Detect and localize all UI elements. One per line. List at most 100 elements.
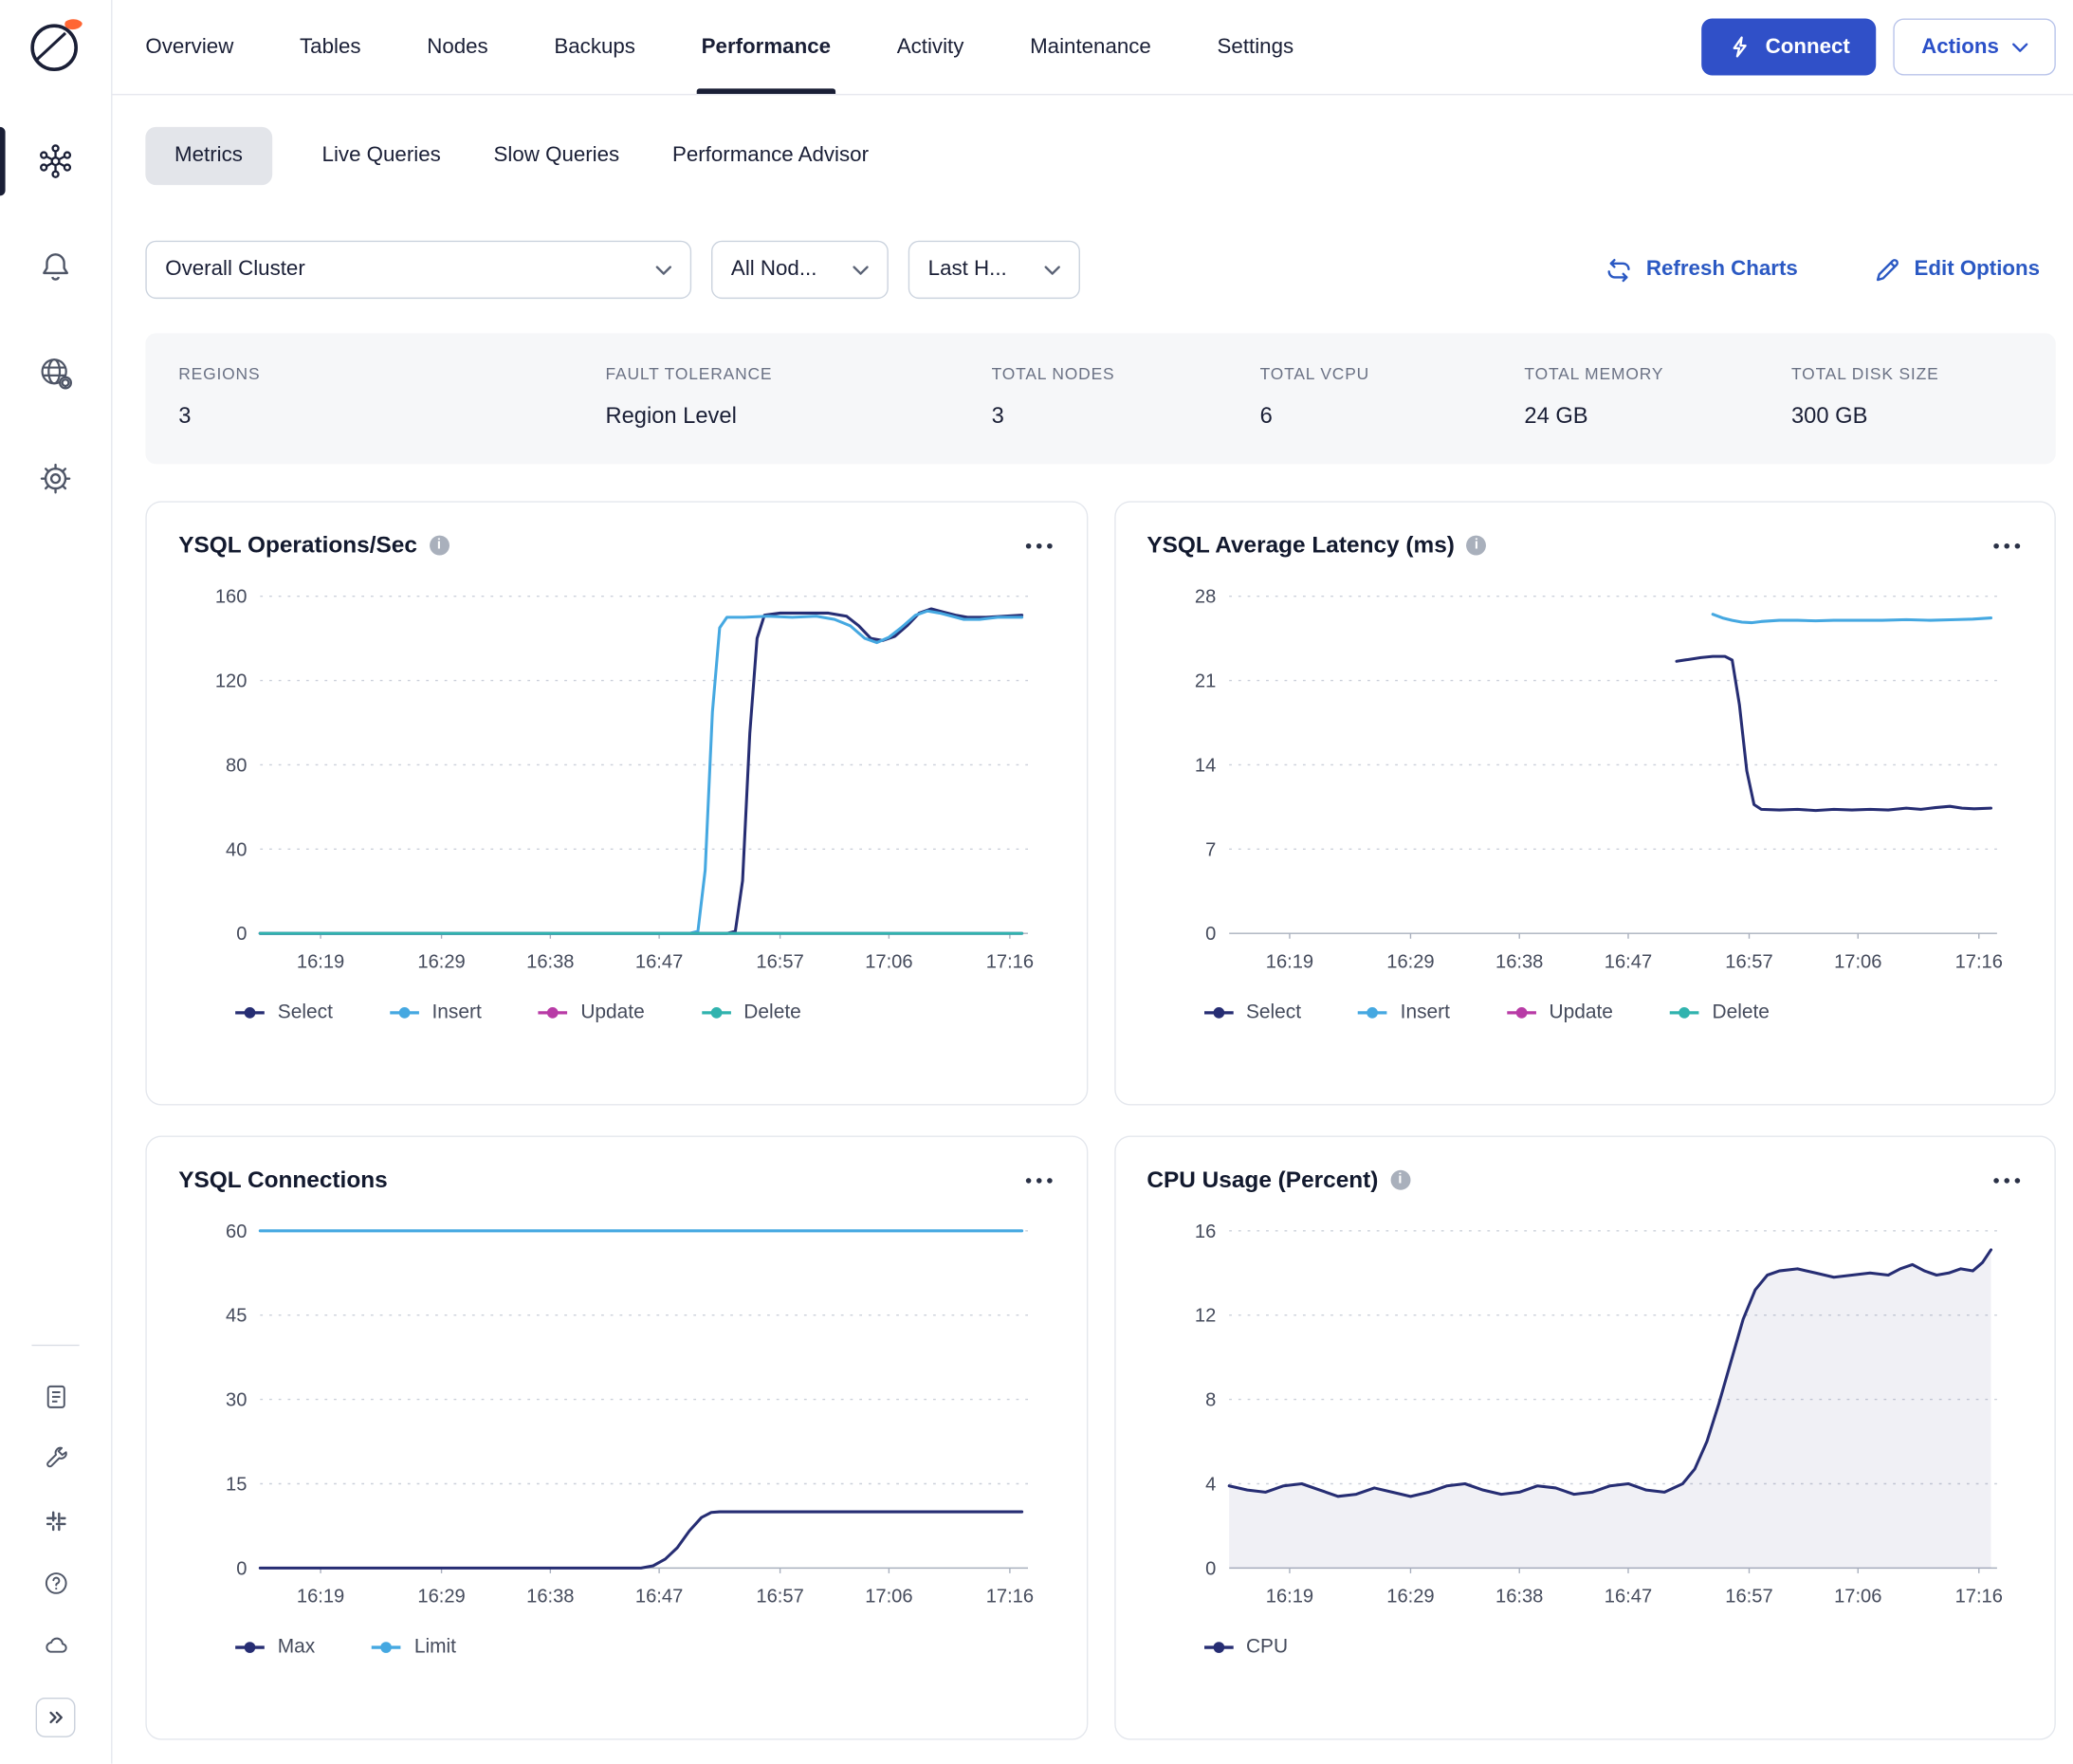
tab-tables[interactable]: Tables (300, 0, 360, 94)
slack-icon[interactable] (41, 1506, 70, 1535)
legend-item-select[interactable]: Select (1202, 1001, 1301, 1023)
legend-item-update[interactable]: Update (1505, 1001, 1612, 1023)
chevron-down-icon (655, 266, 671, 275)
cluster-tab-bar: Overview Tables Nodes Backups Performanc… (112, 0, 2072, 95)
info-icon[interactable]: i (1390, 1170, 1410, 1190)
svg-text:80: 80 (226, 755, 247, 776)
nodes-select[interactable]: All Nod... (711, 241, 889, 299)
tab-nodes[interactable]: Nodes (427, 0, 487, 94)
sidebar-collapse-button[interactable] (36, 1698, 76, 1737)
svg-text:21: 21 (1194, 671, 1215, 691)
cpu-usage-chart: 048121616:1916:2916:3816:4716:5717:0617:… (1147, 1212, 2023, 1622)
connect-label: Connect (1766, 35, 1850, 59)
svg-text:16:19: 16:19 (1265, 951, 1312, 972)
tab-backups[interactable]: Backups (554, 0, 635, 94)
legend-label: Update (1549, 1001, 1612, 1023)
tools-wrench-icon[interactable] (41, 1443, 70, 1473)
legend-label: Delete (743, 1001, 800, 1023)
legend-item-insert[interactable]: Insert (1357, 1001, 1450, 1023)
legend-item-delete[interactable]: Delete (700, 1001, 800, 1023)
top-tabs: Overview Tables Nodes Backups Performanc… (145, 0, 1293, 94)
svg-text:0: 0 (236, 1558, 247, 1579)
svg-text:15: 15 (226, 1474, 247, 1495)
cluster-select[interactable]: Overall Cluster (145, 241, 691, 299)
yugabyte-logo[interactable] (25, 16, 85, 83)
charts-grid: YSQL Operations/Sec i 0408012016016:1916… (145, 501, 2055, 1739)
tab-overview[interactable]: Overview (145, 0, 233, 94)
svg-text:16:29: 16:29 (417, 1586, 465, 1607)
cloud-icon[interactable] (41, 1630, 70, 1660)
svg-text:8: 8 (1204, 1390, 1215, 1411)
chart-menu-button[interactable] (1022, 1169, 1054, 1190)
legend-item-delete[interactable]: Delete (1668, 1001, 1769, 1023)
help-icon[interactable] (41, 1568, 70, 1597)
chart-menu-button[interactable] (1991, 1169, 2023, 1190)
actions-button[interactable]: Actions (1894, 19, 2056, 76)
svg-text:17:16: 17:16 (1954, 1586, 2002, 1607)
alerts-bell-icon[interactable] (36, 248, 76, 287)
svg-text:45: 45 (226, 1306, 247, 1327)
svg-text:17:06: 17:06 (1833, 1586, 1880, 1607)
svg-text:17:16: 17:16 (986, 1586, 1034, 1607)
tab-maintenance[interactable]: Maintenance (1030, 0, 1151, 94)
chart-title: YSQL Average Latency (ms) (1147, 531, 1455, 559)
regions-globe-icon[interactable] (36, 353, 76, 393)
chart-legend: Max Limit (234, 1636, 1055, 1659)
docs-icon[interactable] (41, 1382, 70, 1411)
svg-text:160: 160 (215, 587, 248, 608)
stat-total-vcpu: TOTAL vCPU 6 (1260, 365, 1525, 430)
legend-label: Insert (1401, 1001, 1450, 1023)
svg-text:16:47: 16:47 (1604, 1586, 1651, 1607)
svg-text:17:16: 17:16 (986, 951, 1034, 972)
ysql-latency-chart: 0714212816:1916:2916:3816:4716:5717:0617… (1147, 578, 2023, 987)
legend-item-max[interactable]: Max (234, 1636, 316, 1659)
refresh-icon (1605, 256, 1633, 284)
svg-text:0: 0 (1204, 924, 1215, 945)
legend-item-select[interactable]: Select (234, 1001, 333, 1023)
subtab-live-queries[interactable]: Live Queries (320, 127, 444, 185)
refresh-charts-label: Refresh Charts (1646, 258, 1798, 282)
sidebar-divider (31, 1345, 79, 1346)
active-nav-indicator (0, 127, 6, 195)
chart-menu-button[interactable] (1991, 535, 2023, 556)
stat-label: TOTAL NODES (992, 365, 1260, 384)
refresh-charts-button[interactable]: Refresh Charts (1605, 256, 1798, 284)
settings-gear-icon[interactable] (36, 459, 76, 499)
stat-label: FAULT TOLERANCE (605, 365, 991, 384)
pencil-icon (1873, 256, 1900, 284)
chart-menu-button[interactable] (1022, 535, 1054, 556)
info-icon[interactable]: i (1466, 536, 1486, 556)
legend-label: Limit (414, 1636, 456, 1659)
cluster-summary-bar: REGIONS 3 FAULT TOLERANCE Region Level T… (145, 333, 2055, 464)
legend-item-insert[interactable]: Insert (388, 1001, 481, 1023)
subtab-slow-queries[interactable]: Slow Queries (491, 127, 622, 185)
svg-text:14: 14 (1194, 755, 1215, 776)
info-icon[interactable]: i (429, 536, 449, 556)
time-range-select[interactable]: Last H... (908, 241, 1080, 299)
svg-text:17:06: 17:06 (1833, 951, 1880, 972)
connect-button[interactable]: Connect (1702, 19, 1877, 76)
legend-item-update[interactable]: Update (537, 1001, 644, 1023)
subtab-performance-advisor[interactable]: Performance Advisor (670, 127, 871, 185)
chart-title: CPU Usage (Percent) (1147, 1167, 1378, 1194)
subtab-metrics[interactable]: Metrics (145, 127, 271, 185)
edit-options-button[interactable]: Edit Options (1873, 256, 2040, 284)
tab-settings[interactable]: Settings (1218, 0, 1294, 94)
svg-text:16:38: 16:38 (526, 1586, 574, 1607)
legend-label: CPU (1246, 1636, 1288, 1659)
clusters-icon[interactable] (36, 141, 76, 181)
legend-label: Update (580, 1001, 644, 1023)
legend-item-limit[interactable]: Limit (371, 1636, 456, 1659)
stat-label: REGIONS (178, 365, 605, 384)
svg-text:16:19: 16:19 (1265, 1586, 1312, 1607)
app-window: Overview Tables Nodes Backups Performanc… (0, 0, 2073, 1764)
tab-activity[interactable]: Activity (897, 0, 964, 94)
stat-total-memory: TOTAL MEMORY 24 GB (1524, 365, 1791, 430)
tab-performance[interactable]: Performance (702, 0, 831, 94)
svg-text:16:38: 16:38 (526, 951, 574, 972)
legend-item-cpu[interactable]: CPU (1202, 1636, 1288, 1659)
chart-card-ysql-latency: YSQL Average Latency (ms) i 0714212816:1… (1114, 501, 2056, 1105)
svg-text:28: 28 (1194, 587, 1215, 608)
svg-text:16: 16 (1194, 1222, 1215, 1242)
edit-options-label: Edit Options (1915, 258, 2041, 282)
